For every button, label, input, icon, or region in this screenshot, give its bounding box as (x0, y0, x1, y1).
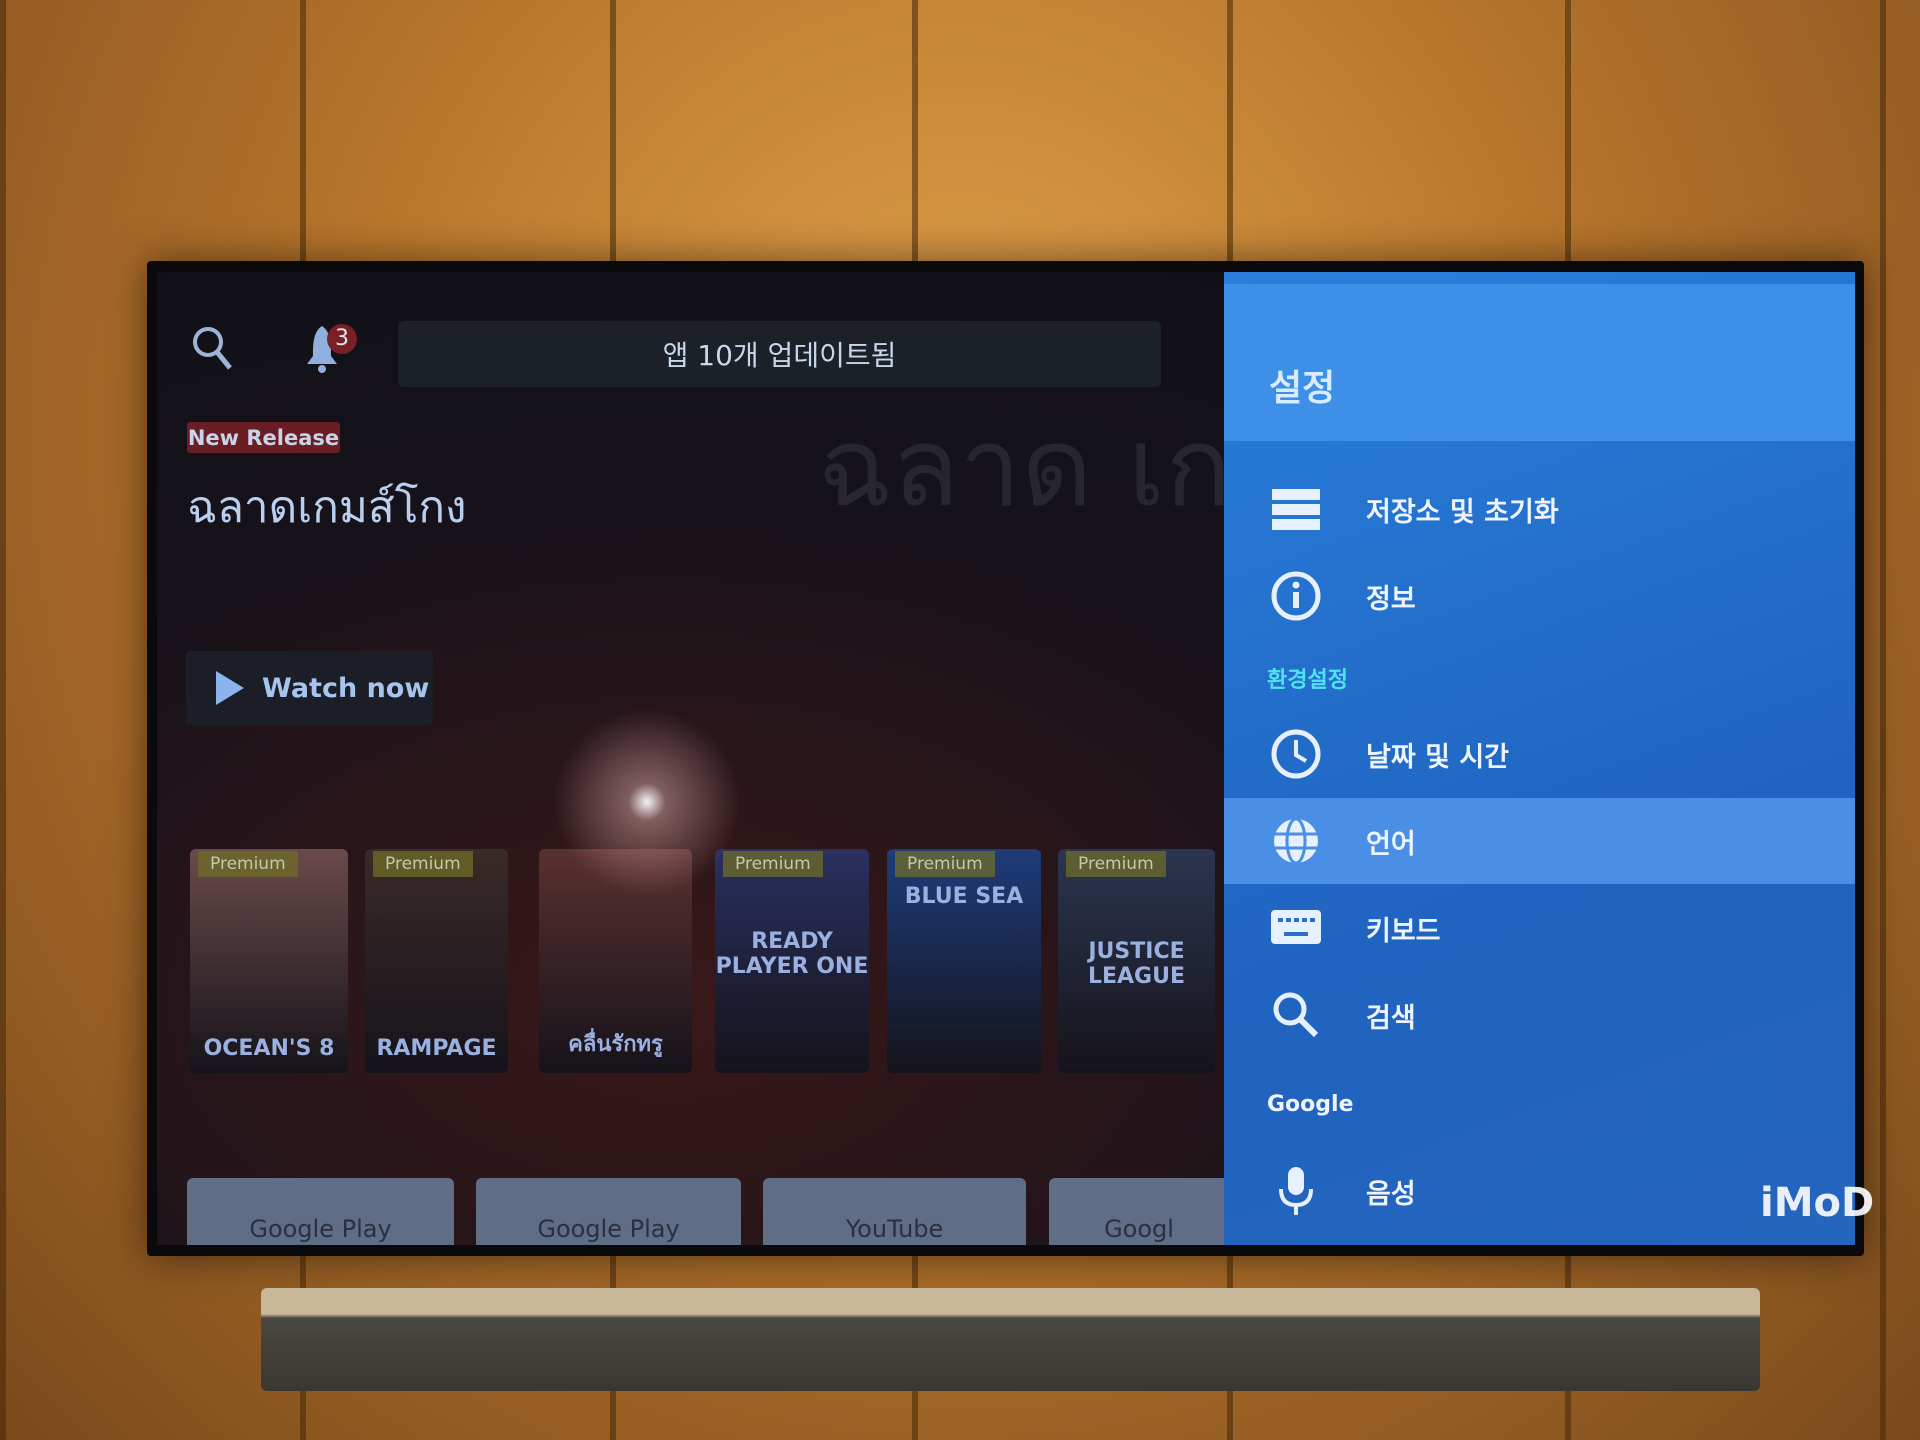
premium-badge: Premium (895, 851, 995, 877)
poster-card[interactable]: Premium OCEAN'S 8 (190, 849, 348, 1073)
watch-now-button[interactable]: Watch now (186, 651, 433, 725)
keyboard-icon (1268, 900, 1324, 956)
section-header-preferences: 환경설정 (1267, 668, 1348, 693)
play-icon (216, 671, 244, 705)
app-label: Googl (1104, 1215, 1174, 1243)
app-label: Google Play (249, 1215, 392, 1243)
poster-title: BLUE SEA (904, 884, 1024, 909)
settings-item-keyboard[interactable]: 키보드 (1224, 885, 1855, 971)
watch-now-label: Watch now (262, 672, 430, 704)
search-icon[interactable] (190, 324, 234, 372)
globe-icon (1268, 813, 1324, 869)
premium-badge: Premium (198, 851, 298, 877)
microphone-icon (1268, 1163, 1324, 1219)
update-message: 앱 10개 업데이트됨 (662, 339, 897, 372)
poster-title: คลื่นรักทรู (568, 1032, 663, 1057)
info-icon (1268, 568, 1324, 624)
light-glare (537, 692, 757, 912)
poster-card[interactable]: Premium BLUE SEA (887, 849, 1041, 1073)
soundbar (261, 1288, 1760, 1391)
app-label: Google Play (537, 1215, 680, 1243)
notifications-button[interactable]: 3 (305, 324, 365, 376)
imod-watermark-logo: iMoD (1760, 1180, 1875, 1226)
new-release-badge: New Release (187, 422, 340, 453)
settings-item-label: 키보드 (1366, 915, 1441, 947)
poster-card[interactable]: Premium JUSTICE LEAGUE (1058, 849, 1215, 1073)
poster-title: READY PLAYER ONE (715, 929, 869, 979)
settings-title: 설정 (1269, 368, 1336, 409)
poster-title: RAMPAGE (376, 1036, 497, 1061)
search-icon (1268, 987, 1324, 1043)
app-tile-google-play-movies[interactable]: Google Play (476, 1178, 741, 1245)
settings-item-label: 정보 (1366, 583, 1416, 615)
tv-screen: 3 앱 10개 업데이트됨 ฉลาด เกมส์โกง New Release … (157, 272, 1855, 1245)
hero-title: ฉลาดเกมส์โกง (187, 482, 467, 533)
poster-title: OCEAN'S 8 (203, 1036, 335, 1061)
settings-item-label: 음성 (1366, 1178, 1416, 1210)
poster-title: JUSTICE LEAGUE (1087, 939, 1186, 989)
settings-panel: 설정 저장소 및 초기화 정보 환경설정 날짜 및 시간 언어 키보드 검색 G… (1224, 272, 1855, 1245)
settings-item-search[interactable]: 검색 (1224, 972, 1855, 1058)
poster-card[interactable]: Premium RAMPAGE (365, 849, 508, 1073)
settings-item-about[interactable]: 정보 (1224, 553, 1855, 639)
settings-item-label: 날짜 및 시간 (1366, 741, 1509, 773)
app-label: YouTube (845, 1215, 944, 1243)
settings-header: 설정 (1224, 284, 1855, 441)
settings-item-date-time[interactable]: 날짜 및 시간 (1224, 711, 1855, 797)
update-notification-bar[interactable]: 앱 10개 업데이트됨 (398, 321, 1161, 387)
settings-item-storage-reset[interactable]: 저장소 및 초기화 (1224, 466, 1855, 552)
settings-item-label: 언어 (1366, 828, 1416, 860)
app-tile-youtube[interactable]: YouTube (763, 1178, 1026, 1245)
settings-item-language[interactable]: 언어 (1224, 798, 1855, 884)
app-tile-google-play-store[interactable]: Google Play (187, 1178, 454, 1245)
section-header-google: Google (1267, 1092, 1354, 1117)
poster-card[interactable]: Premium READY PLAYER ONE (715, 849, 869, 1073)
settings-item-label: 검색 (1366, 1002, 1416, 1034)
app-tile-google-play-games[interactable]: Googl (1049, 1178, 1229, 1245)
settings-item-label: 저장소 및 초기화 (1366, 496, 1559, 528)
notification-count-badge: 3 (327, 324, 357, 354)
clock-icon (1268, 726, 1324, 782)
storage-icon (1268, 481, 1324, 537)
premium-badge: Premium (1066, 851, 1166, 877)
premium-badge: Premium (373, 851, 473, 877)
